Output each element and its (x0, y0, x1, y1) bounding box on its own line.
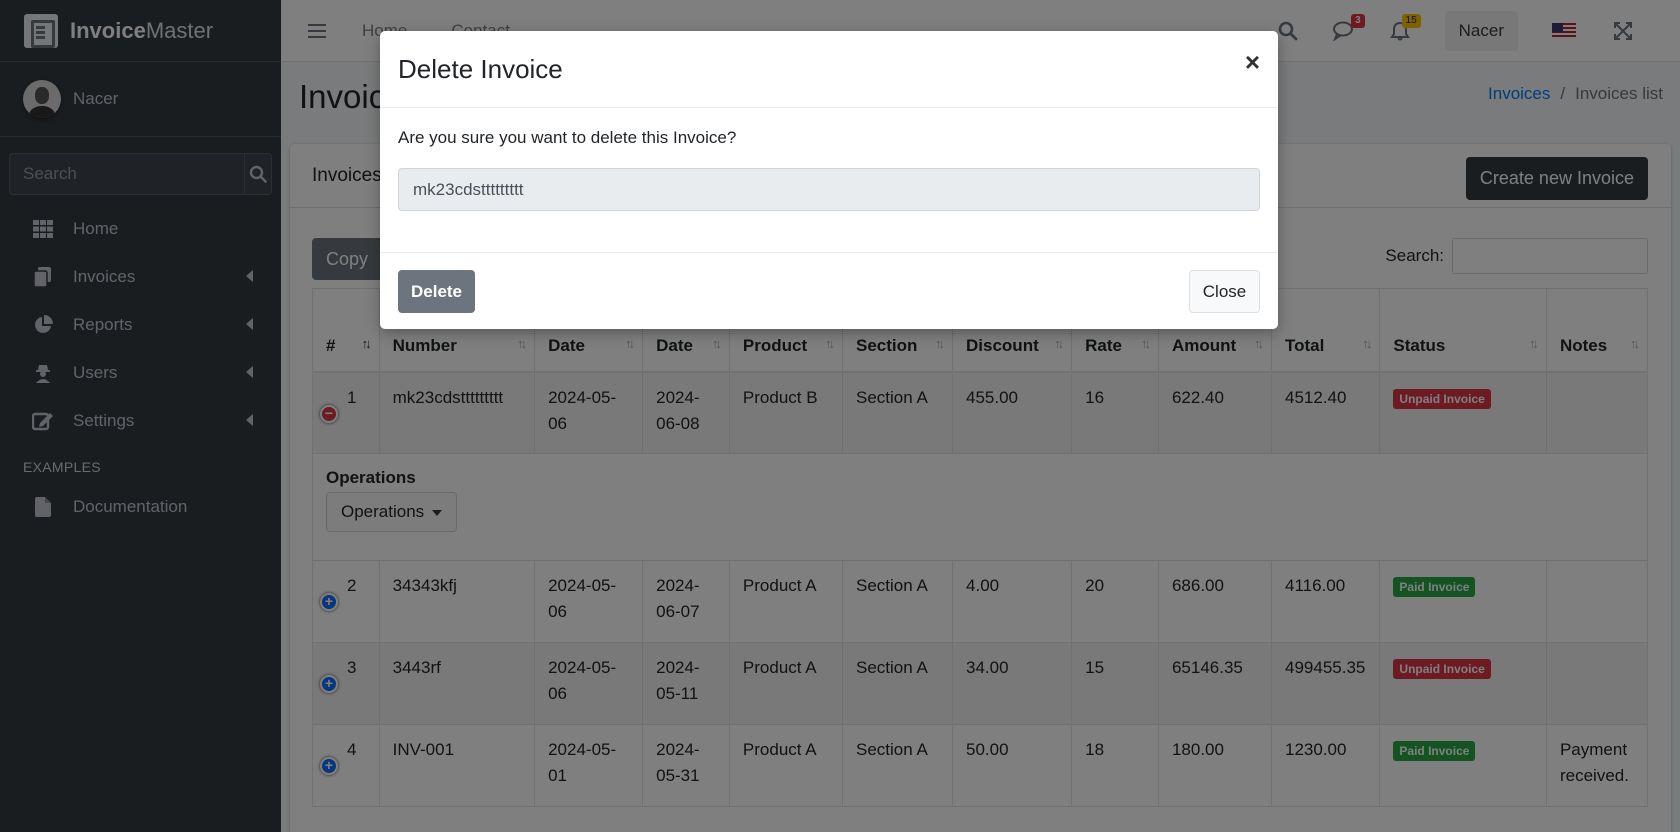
close-icon[interactable]: × (1245, 49, 1260, 75)
modal-footer: Delete Close (380, 252, 1278, 329)
delete-invoice-modal: Delete Invoice × Are you sure you want t… (380, 31, 1278, 329)
invoice-number-field[interactable]: mk23cdsttttttttt (398, 168, 1260, 211)
modal-title: Delete Invoice (398, 53, 563, 84)
modal-message: Are you sure you want to delete this Inv… (398, 128, 737, 147)
modal-header: Delete Invoice × (380, 31, 1278, 108)
close-button[interactable]: Close (1189, 270, 1260, 313)
delete-button[interactable]: Delete (398, 270, 475, 313)
modal-body: Are you sure you want to delete this Inv… (380, 108, 1278, 252)
